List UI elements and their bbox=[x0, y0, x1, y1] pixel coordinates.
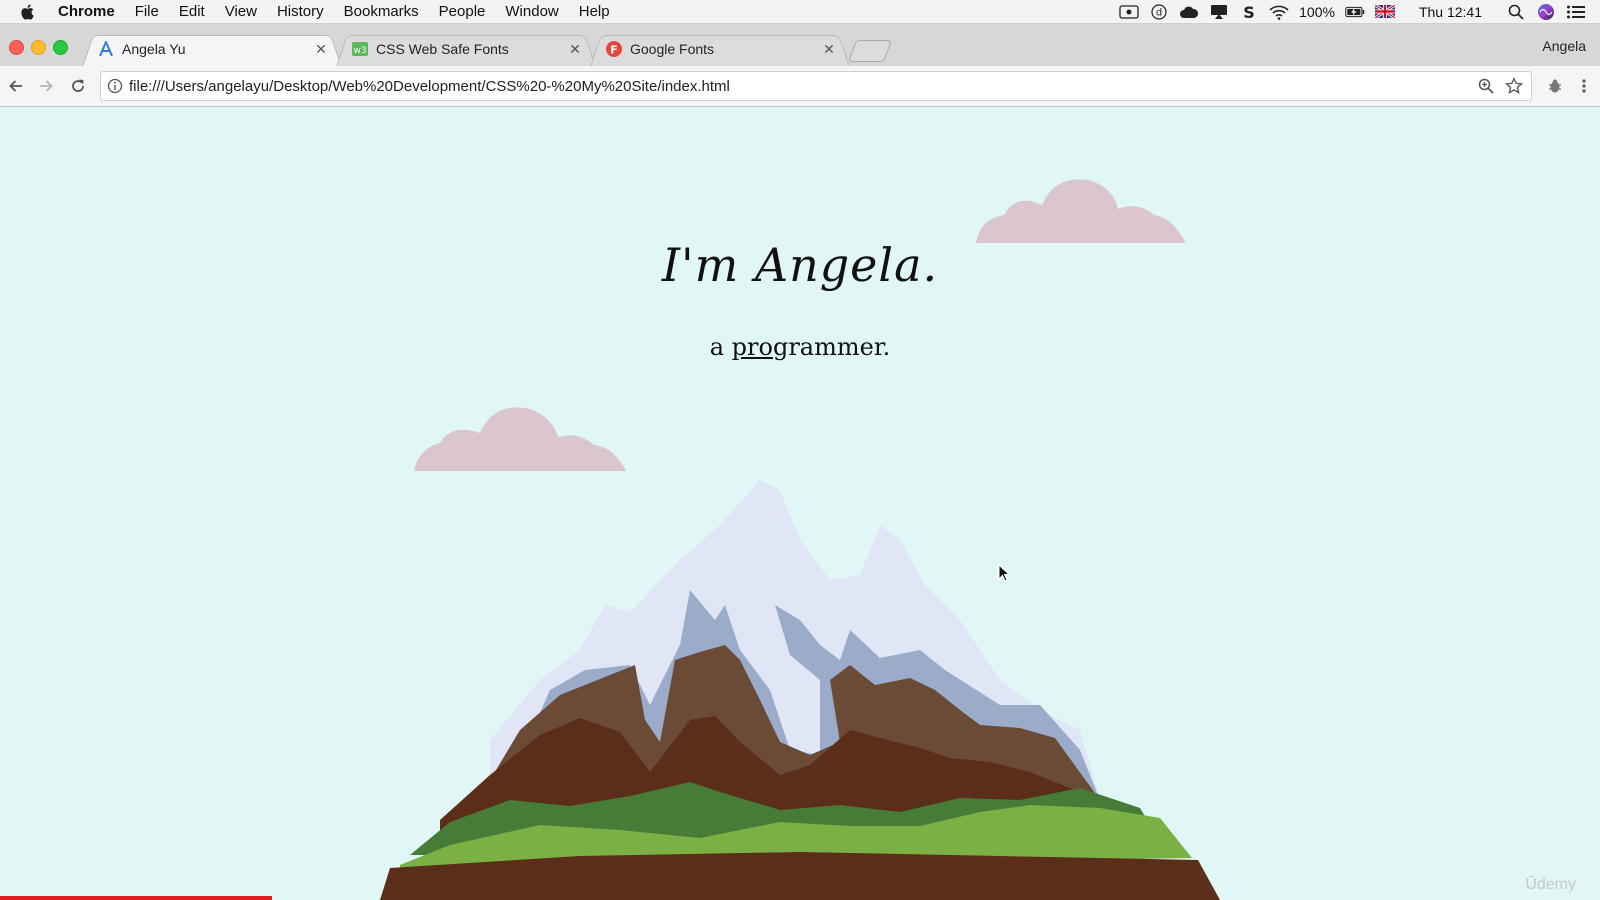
page-heading: I'm Angela. bbox=[661, 238, 939, 292]
page-info-icon[interactable] bbox=[107, 78, 123, 94]
new-tab-button[interactable] bbox=[847, 40, 893, 62]
subtitle-prefix: a bbox=[709, 333, 732, 361]
apple-logo-icon[interactable] bbox=[18, 2, 38, 22]
address-bar[interactable]: file:///Users/angelayu/Desktop/Web%20Dev… bbox=[100, 71, 1532, 101]
spotlight-search-icon[interactable] bbox=[1506, 4, 1526, 20]
tab-close-icon[interactable]: ✕ bbox=[314, 41, 328, 58]
cloud-icon[interactable] bbox=[1179, 4, 1199, 20]
uk-flag-icon[interactable] bbox=[1374, 4, 1395, 20]
menubar-status-area: d S 100% Thu 12:41 bbox=[1119, 0, 1600, 23]
menu-bookmarks[interactable]: Bookmarks bbox=[334, 3, 429, 20]
chrome-menu-icon[interactable] bbox=[1574, 76, 1594, 96]
zoom-icon[interactable] bbox=[1475, 76, 1497, 96]
svg-text:w3: w3 bbox=[353, 46, 366, 56]
tab-angela-yu[interactable]: Angela Yu ✕ bbox=[82, 32, 342, 67]
menu-history[interactable]: History bbox=[267, 3, 334, 20]
page-subtitle: a programmer. bbox=[0, 333, 1600, 361]
notification-center-icon[interactable] bbox=[1566, 4, 1586, 20]
menu-file[interactable]: File bbox=[125, 3, 169, 20]
cloud-top-right bbox=[976, 179, 1186, 243]
forward-button[interactable] bbox=[36, 76, 56, 96]
skype-icon[interactable]: S bbox=[1239, 4, 1259, 20]
mountain-illustration bbox=[380, 480, 1220, 900]
menu-window[interactable]: Window bbox=[495, 3, 568, 20]
tab-label: Angela Yu bbox=[122, 41, 186, 57]
reload-icon bbox=[72, 79, 84, 92]
browser-tab-strip: Angela Yu ✕ w3 CSS Web Safe Fonts ✕ F Go… bbox=[0, 24, 1600, 67]
profile-name[interactable]: Angela bbox=[1542, 38, 1586, 54]
back-arrow-icon bbox=[9, 80, 22, 92]
screen-record-icon[interactable] bbox=[1119, 4, 1139, 20]
svg-text:d: d bbox=[1156, 7, 1162, 18]
tab-google-fonts[interactable]: F Google Fonts ✕ bbox=[590, 32, 850, 67]
window-minimize-button[interactable] bbox=[31, 40, 46, 55]
menu-people[interactable]: People bbox=[429, 3, 496, 20]
forward-arrow-icon bbox=[40, 80, 53, 92]
siri-icon[interactable] bbox=[1536, 3, 1556, 20]
reload-button[interactable] bbox=[68, 76, 88, 96]
bookmark-star-icon[interactable] bbox=[1503, 76, 1525, 96]
wifi-icon[interactable] bbox=[1269, 4, 1289, 20]
google-fonts-favicon-icon: F bbox=[606, 41, 622, 57]
menu-edit[interactable]: Edit bbox=[169, 3, 215, 20]
menu-app-chrome[interactable]: Chrome bbox=[48, 3, 125, 20]
tab-label: Google Fonts bbox=[630, 41, 715, 57]
angela-favicon-icon bbox=[99, 41, 113, 57]
tab-close-icon[interactable]: ✕ bbox=[568, 41, 582, 58]
macos-menu-bar: Chrome File Edit View History Bookmarks … bbox=[0, 0, 1600, 24]
extension-bug-icon[interactable] bbox=[1545, 76, 1565, 96]
battery-percent[interactable]: 100% bbox=[1299, 4, 1335, 20]
tab-close-icon[interactable]: ✕ bbox=[822, 41, 836, 58]
css-fonts-favicon-icon: w3 bbox=[352, 42, 368, 56]
browser-toolbar: file:///Users/angelayu/Desktop/Web%20Dev… bbox=[0, 66, 1600, 107]
video-progress-bar bbox=[0, 896, 272, 900]
battery-icon[interactable] bbox=[1345, 4, 1365, 20]
mouse-cursor-icon bbox=[998, 564, 1011, 582]
address-bar-url[interactable]: file:///Users/angelayu/Desktop/Web%20Dev… bbox=[129, 78, 1475, 95]
back-button[interactable] bbox=[6, 76, 26, 96]
svg-text:S: S bbox=[1243, 4, 1255, 20]
window-zoom-button[interactable] bbox=[53, 40, 68, 55]
udemy-watermark: Ūdemy bbox=[1525, 876, 1576, 893]
menubar-clock[interactable]: Thu 12:41 bbox=[1419, 4, 1482, 20]
tab-label: CSS Web Safe Fonts bbox=[376, 41, 509, 57]
menu-view[interactable]: View bbox=[215, 3, 267, 20]
tab-css-web-safe-fonts[interactable]: w3 CSS Web Safe Fonts ✕ bbox=[336, 32, 596, 67]
subtitle-suffix: grammer. bbox=[772, 333, 891, 361]
svg-text:F: F bbox=[610, 44, 618, 57]
subtitle-underlined: pro bbox=[731, 333, 773, 361]
webpage-content: I'm Angela. a programmer. Ūdemy bbox=[0, 107, 1600, 900]
airplay-icon[interactable] bbox=[1209, 4, 1229, 20]
menu-help[interactable]: Help bbox=[569, 3, 620, 20]
window-close-button[interactable] bbox=[9, 40, 24, 55]
cloud-left bbox=[414, 407, 626, 471]
dashlane-icon[interactable]: d bbox=[1149, 3, 1169, 20]
